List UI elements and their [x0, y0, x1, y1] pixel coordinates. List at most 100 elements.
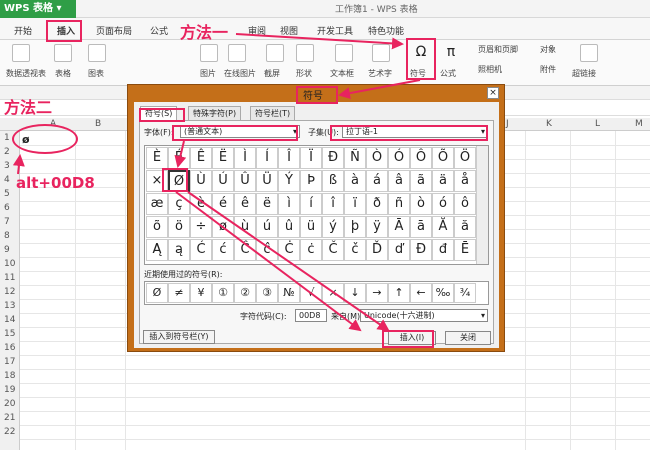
recent-symbol[interactable]: ‰ [432, 283, 454, 303]
symbol-cell[interactable]: Ú [212, 170, 234, 192]
row-header[interactable]: 12 [4, 287, 15, 297]
row-header[interactable]: 14 [4, 315, 15, 325]
ribbon-pivot[interactable]: 数据透视表 [6, 68, 46, 79]
symbol-cell[interactable]: ÷ [190, 216, 212, 238]
insert-to-bar-button[interactable]: 插入到符号栏(Y) [143, 330, 215, 344]
symbol-cell[interactable]: É [168, 147, 190, 169]
symbol-cell[interactable]: þ [344, 216, 366, 238]
menu-view[interactable]: 视图 [280, 24, 298, 37]
charcode-input[interactable]: 00D8 [295, 309, 327, 322]
menu-page-layout[interactable]: 页面布局 [96, 24, 132, 37]
textbox-icon[interactable] [335, 44, 353, 62]
close-icon[interactable]: × [487, 87, 499, 99]
symbol-cell[interactable]: ò [410, 193, 432, 215]
symbol-cell[interactable]: Ð [322, 147, 344, 169]
row-header[interactable]: 8 [4, 231, 10, 241]
symbol-cell[interactable]: Û [234, 170, 256, 192]
symbol-cell[interactable]: ċ [300, 239, 322, 261]
ribbon-header-footer[interactable]: 页眉和页脚 [478, 44, 518, 55]
symbol-cell[interactable]: È [146, 147, 168, 169]
symbol-cell[interactable]: ā [410, 216, 432, 238]
symbol-cell[interactable]: æ [146, 193, 168, 215]
symbol-cell[interactable]: Ô [410, 147, 432, 169]
recent-symbol[interactable]: ② [234, 283, 256, 303]
col-header-k[interactable]: K [546, 119, 552, 129]
symbol-cell[interactable]: ä [432, 170, 454, 192]
row-header[interactable]: 16 [4, 343, 15, 353]
symbol-cell[interactable]: Ā [388, 216, 410, 238]
symbol-cell[interactable]: Ï [300, 147, 322, 169]
symbol-cell[interactable]: Ò [366, 147, 388, 169]
picture-icon[interactable] [200, 44, 218, 62]
recent-symbol[interactable]: ① [212, 283, 234, 303]
row-header[interactable]: 15 [4, 329, 15, 339]
symbol-cell[interactable]: ÿ [366, 216, 388, 238]
symbol-cell[interactable]: ñ [388, 193, 410, 215]
symbol-cell[interactable]: Ď [366, 239, 388, 261]
pivot-table-icon[interactable] [12, 44, 30, 62]
recent-symbol[interactable]: × [322, 283, 344, 303]
symbol-cell[interactable]: ì [278, 193, 300, 215]
row-header[interactable]: 21 [4, 413, 15, 423]
ribbon-chart[interactable]: 图表 [88, 68, 104, 79]
ribbon-camera[interactable]: 照相机 [478, 64, 502, 75]
symbol-cell[interactable]: Ċ [278, 239, 300, 261]
ribbon-formula[interactable]: 公式 [440, 68, 456, 79]
online-picture-icon[interactable] [228, 44, 246, 62]
symbol-cell[interactable]: Ć [190, 239, 212, 261]
col-header-m[interactable]: M [635, 119, 643, 129]
symbol-cell[interactable]: ý [322, 216, 344, 238]
row-header[interactable]: 2 [4, 147, 10, 157]
table-icon[interactable] [54, 44, 72, 62]
recent-symbol[interactable]: ↑ [388, 283, 410, 303]
symbol-cell[interactable]: Ñ [344, 147, 366, 169]
symbol-cell[interactable]: ê [234, 193, 256, 215]
symbol-cell[interactable]: Ĉ [234, 239, 256, 261]
symbol-cell[interactable]: è [190, 193, 212, 215]
ribbon-shape[interactable]: 形状 [296, 68, 312, 79]
symbol-cell[interactable]: ć [212, 239, 234, 261]
symbol-cell[interactable]: î [322, 193, 344, 215]
row-header[interactable]: 4 [4, 175, 10, 185]
symbol-cell[interactable]: Ý [278, 170, 300, 192]
symbol-cell[interactable]: Þ [300, 170, 322, 192]
from-select[interactable]: Unicode(十六进制) ▾ [360, 309, 488, 322]
symbol-cell[interactable]: ö [168, 216, 190, 238]
symbol-cell[interactable]: ď [388, 239, 410, 261]
tab-symbol-bar[interactable]: 符号栏(T) [250, 106, 296, 120]
symbol-cell[interactable]: Í [256, 147, 278, 169]
row-header[interactable]: 20 [4, 399, 15, 409]
menu-developer[interactable]: 开发工具 [317, 24, 353, 37]
ribbon-hyperlink[interactable]: 超链接 [572, 68, 596, 79]
symbol-cell[interactable]: ù [234, 216, 256, 238]
recent-symbol[interactable]: ≠ [168, 283, 190, 303]
screenshot-icon[interactable] [266, 44, 284, 62]
recent-symbol[interactable]: № [278, 283, 300, 303]
symbol-cell[interactable]: Č [322, 239, 344, 261]
row-header[interactable]: 18 [4, 371, 15, 381]
symbol-cell[interactable]: õ [146, 216, 168, 238]
ribbon-screenshot[interactable]: 截屏 [264, 68, 280, 79]
row-header[interactable]: 13 [4, 301, 15, 311]
symbol-cell[interactable]: ø [212, 216, 234, 238]
recent-symbol[interactable]: ¾ [454, 283, 476, 303]
col-header-b[interactable]: B [95, 119, 101, 129]
chart-icon[interactable] [88, 44, 106, 62]
col-header-j[interactable]: J [506, 119, 509, 129]
symbol-cell[interactable]: ë [256, 193, 278, 215]
row-header[interactable]: 3 [4, 161, 10, 171]
symbol-cell[interactable]: á [366, 170, 388, 192]
symbol-cell[interactable]: ó [432, 193, 454, 215]
menu-home[interactable]: 开始 [14, 24, 32, 37]
symbol-cell[interactable]: Ö [454, 147, 476, 169]
pi-formula-icon[interactable]: π [442, 44, 460, 62]
symbol-cell[interactable]: â [388, 170, 410, 192]
app-menu-button[interactable]: WPS 表格 ▾ [0, 0, 76, 18]
row-header[interactable]: 6 [4, 203, 10, 213]
symbol-cell[interactable]: Ì [234, 147, 256, 169]
recent-symbol[interactable]: → [366, 283, 388, 303]
symbol-cell[interactable]: ð [366, 193, 388, 215]
symbol-cell[interactable]: ă [454, 216, 476, 238]
symbol-cell[interactable]: ü [300, 216, 322, 238]
ribbon-table[interactable]: 表格 [55, 68, 71, 79]
